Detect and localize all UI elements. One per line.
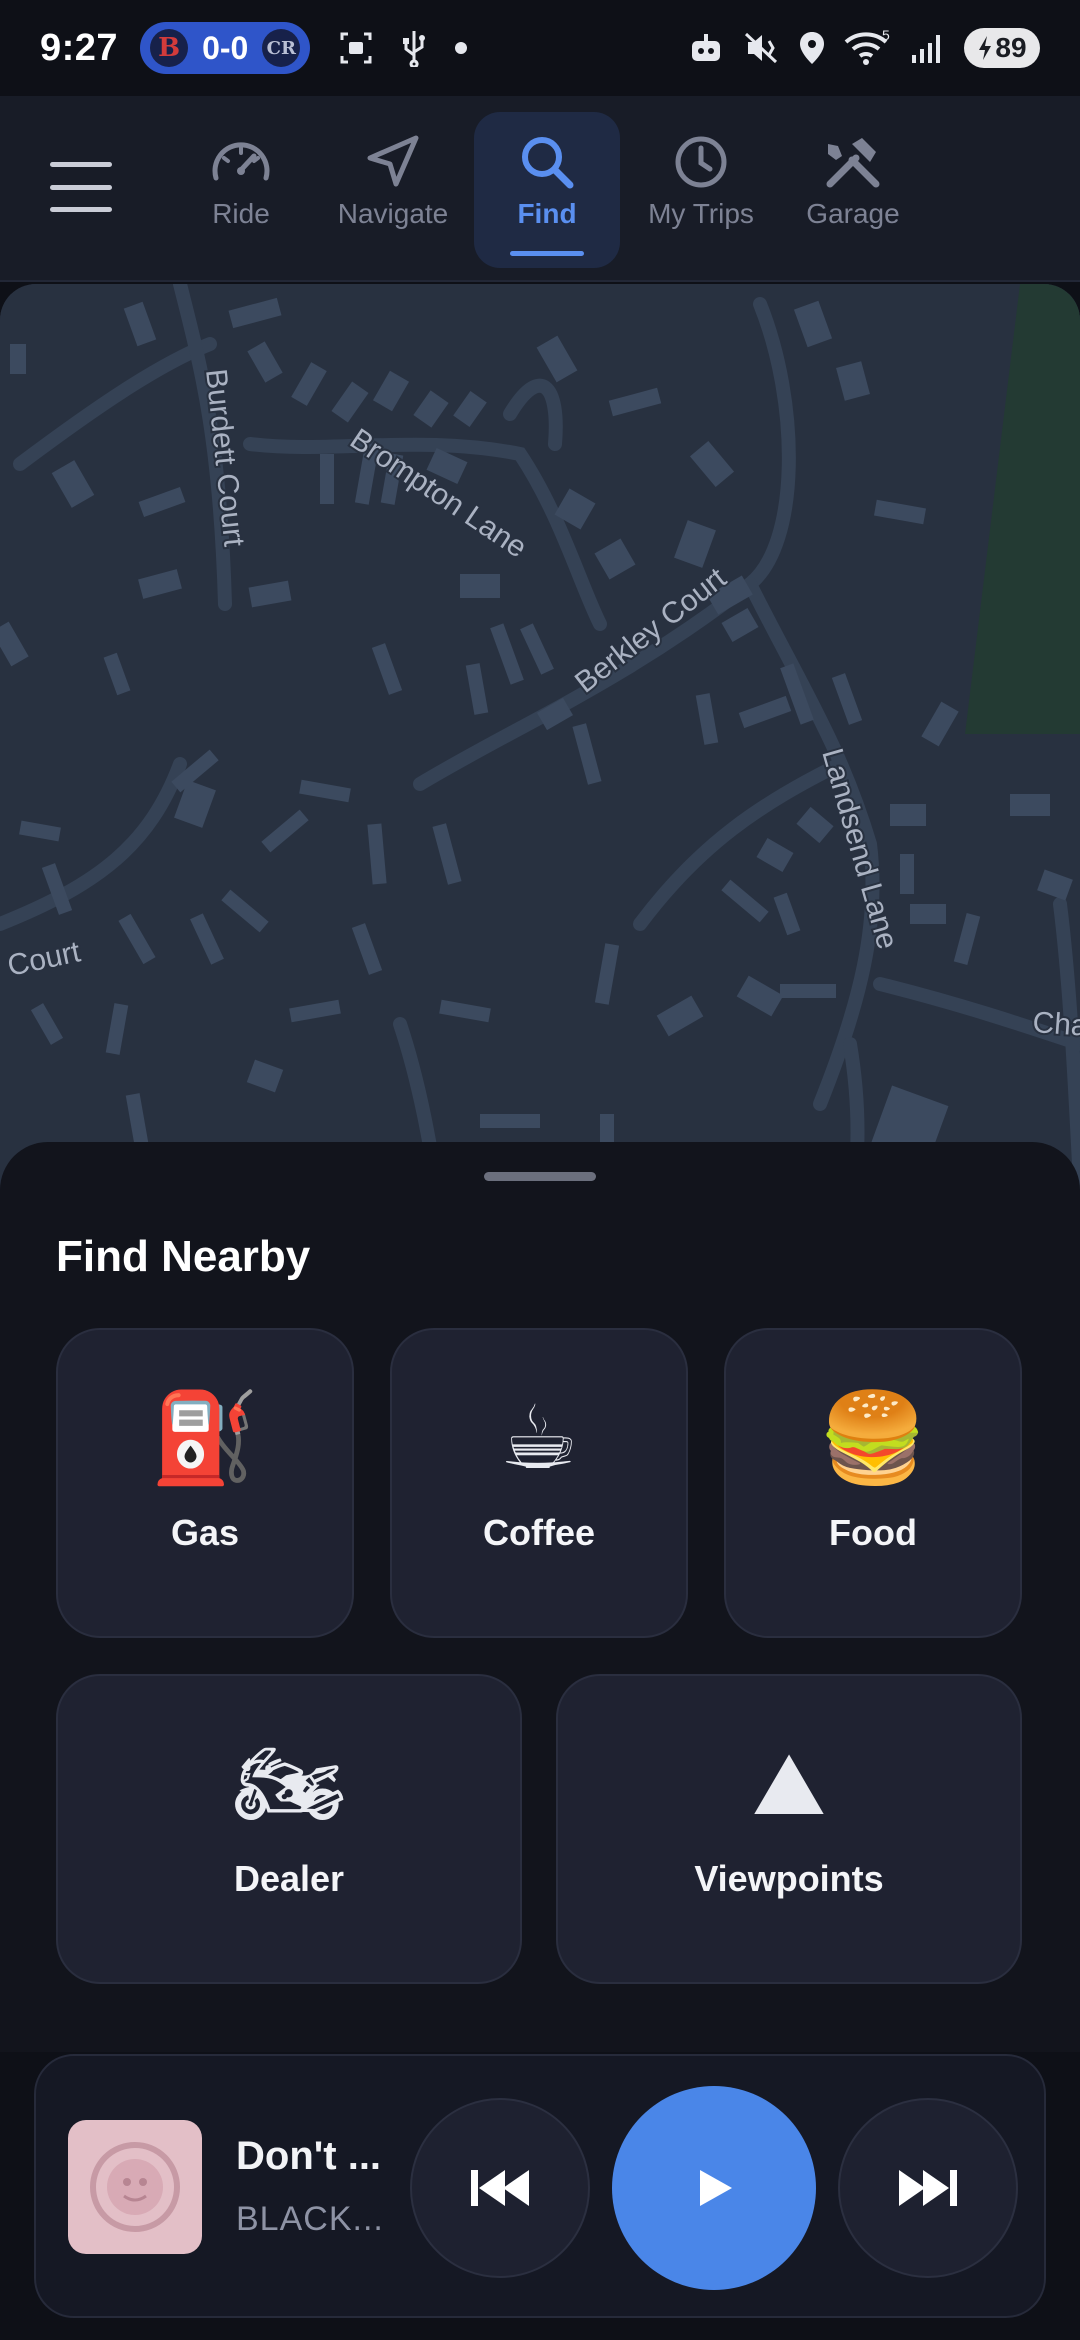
map-view[interactable]: Burdett Court Brompton Lane Berkley Cour… [0,284,1080,1204]
burger-icon: 🍔 [818,1386,928,1489]
tab-my-trips[interactable]: My Trips [628,112,774,268]
play-button[interactable] [612,2086,816,2290]
category-gas-button[interactable]: ⛽ Gas [56,1328,354,1638]
search-icon [522,137,574,189]
charging-bolt-icon [979,36,992,60]
navigate-arrow-icon [367,135,419,187]
tab-navigate[interactable]: Navigate [320,112,466,268]
battery-level: 89 [995,32,1027,63]
category-label: Dealer [233,1858,345,1899]
top-navigation: Ride Navigate Find My Trips Garage [0,96,1080,282]
status-time: 9:27 [40,26,119,69]
team-logo-icon: CR [262,29,301,67]
tab-label: Find [517,198,577,229]
mountain-icon: ⛰ [752,1732,826,1835]
motorcycle-icon: 🏍 [233,1732,345,1835]
category-viewpoints-button[interactable]: ⛰ Viewpoints [556,1674,1022,1984]
tab-label: My Trips [648,198,754,229]
usb-icon [403,31,426,67]
tab-find[interactable]: Find [474,112,620,268]
sheet-drag-handle[interactable] [484,1172,596,1181]
play-icon [700,2170,732,2206]
speedometer-icon [212,142,270,181]
location-icon [800,32,824,64]
find-nearby-sheet: Find Nearby ⛽ Gas ☕ Coffee 🍔 Food 🏍 Deal… [0,1142,1080,2052]
track-artist: BLACK... [236,2200,384,2238]
hamburger-menu-button[interactable] [50,162,112,212]
battery-indicator: 89 [964,28,1040,68]
skip-next-icon [899,2170,957,2206]
category-coffee-button[interactable]: ☕ Coffee [390,1328,688,1638]
map-canvas: Burdett Court Brompton Lane Berkley Cour… [0,284,1080,1204]
section-title: Find Nearby [56,1232,311,1281]
tab-garage[interactable]: Garage [780,112,926,268]
robot-icon [692,34,720,61]
tab-label: Ride [212,198,270,229]
team-logo-icon: B [150,29,189,67]
tab-label: Navigate [337,198,449,229]
category-label: Coffee [482,1512,595,1553]
media-player: Don't ... BLACK... [34,2054,1046,2318]
category-label: Viewpoints [694,1858,884,1899]
wifi-icon: 5 [844,30,890,65]
category-food-button[interactable]: 🍔 Food [724,1328,1022,1638]
previous-track-button[interactable] [410,2098,590,2278]
category-label: Food [829,1512,917,1553]
album-cover-image [90,2142,180,2232]
active-tab-indicator [510,251,584,256]
score-notification-pill[interactable]: B 0-0 CR [140,22,311,74]
fuel-pump-icon: ⛽ [150,1386,260,1489]
score-text: 0-0 [202,29,249,66]
dot-icon [455,42,468,54]
next-track-button[interactable] [838,2098,1018,2278]
tab-ride[interactable]: Ride [168,112,314,268]
svg-text:5: 5 [882,30,890,43]
coffee-cup-icon: ☕ [499,1386,579,1489]
album-art[interactable] [68,2120,202,2254]
screenshot-icon [340,32,372,64]
clock-icon [675,136,727,188]
tools-icon [826,138,880,188]
tab-label: Garage [806,198,900,229]
track-title: Don't ... [236,2134,382,2178]
category-dealer-button[interactable]: 🏍 Dealer [56,1674,522,1984]
skip-previous-icon [471,2170,529,2206]
category-label: Gas [170,1512,240,1553]
vibrate-mute-icon [744,32,778,64]
map-street-label: Cha [1032,1006,1080,1043]
signal-icon [912,35,940,63]
status-bar: 9:27 B 0-0 CR 5 89 [0,0,1080,96]
